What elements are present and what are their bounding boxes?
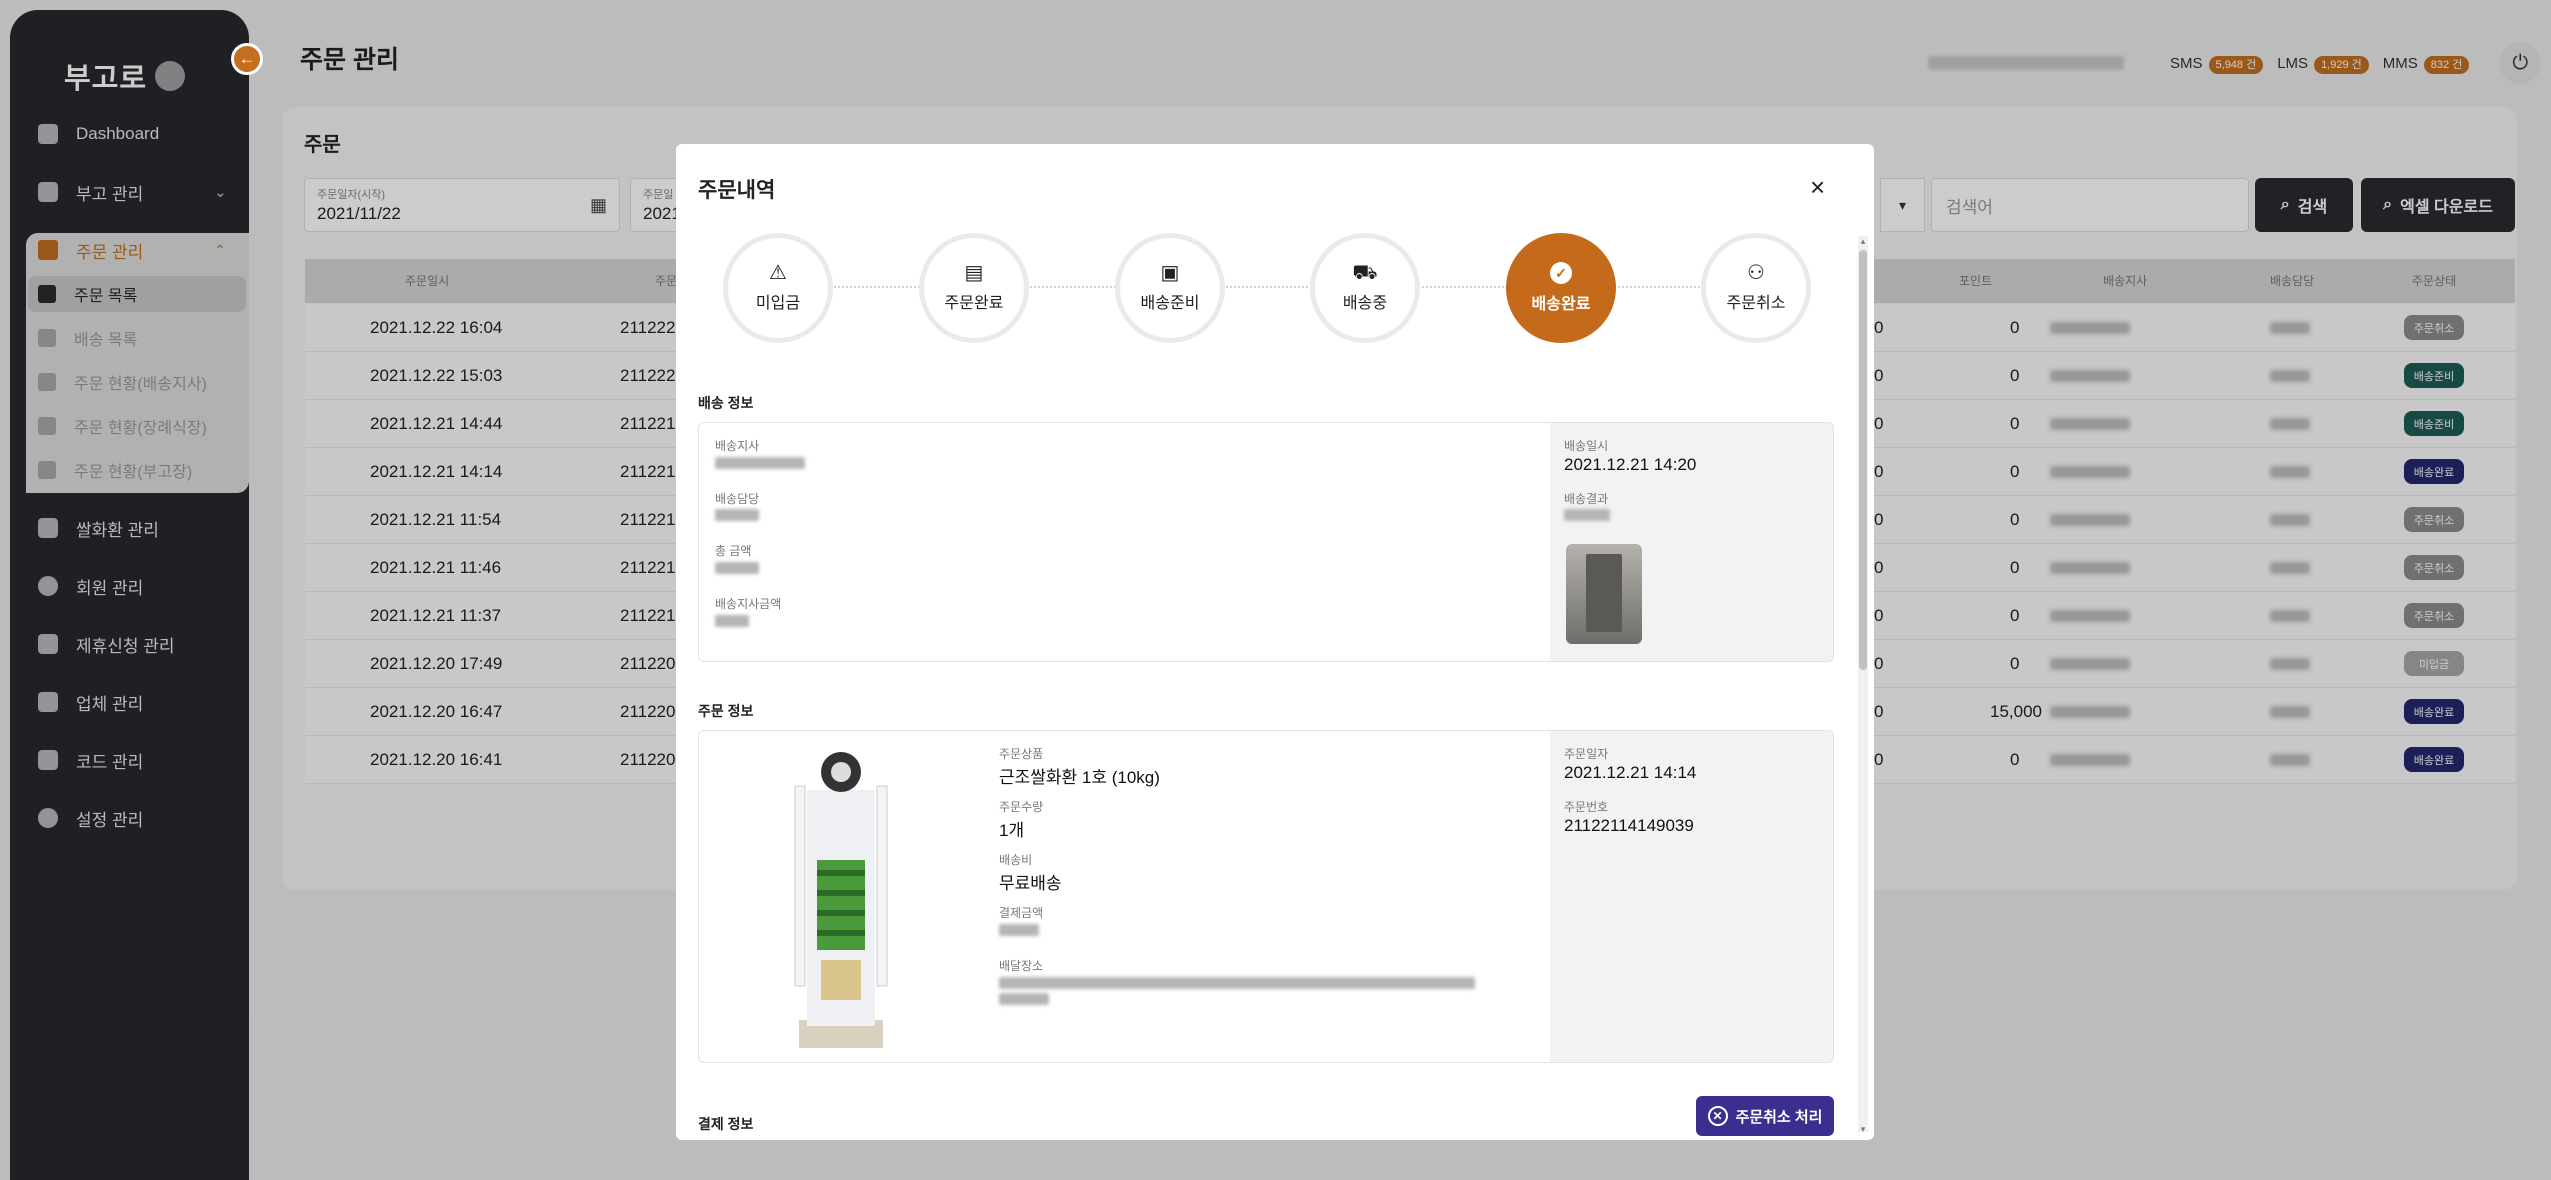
branch-value [715, 457, 805, 469]
scroll-down-icon[interactable]: ▾ [1858, 1124, 1868, 1135]
check-circle-icon: ✓ [1550, 262, 1572, 284]
step-preparing: ▣ 배송준비 [1115, 233, 1225, 343]
product-value: 근조쌀화환 1호 (10kg) [999, 768, 1160, 787]
cancel-order-label: 주문취소 처리 [1735, 1108, 1823, 1126]
total-value [715, 562, 759, 574]
modal-scrollbar[interactable] [1858, 236, 1868, 1132]
truck-icon: ⛟ [1352, 262, 1378, 284]
payment-section-title: 결제 정보 [698, 1116, 754, 1132]
scroll-up-icon[interactable]: ▴ [1858, 236, 1868, 247]
step-label: 미입금 [755, 295, 801, 312]
scrollbar-thumb[interactable] [1859, 250, 1867, 670]
order-date-label: 주문일자 [1564, 747, 1609, 761]
step-delivered: ✓ 배송완료 [1506, 233, 1616, 343]
order-section-title: 주문 정보 [698, 703, 754, 719]
modal-title: 주문내역 [698, 179, 776, 202]
delivery-place-value [999, 977, 1475, 989]
door-image [1586, 554, 1622, 632]
close-circle-icon: ✕ [1707, 1106, 1728, 1126]
manager-value [715, 509, 759, 521]
payment-amount-label: 결제금액 [999, 906, 1044, 920]
step-order-complete: ▤ 주문완료 [919, 233, 1029, 343]
document-check-icon: ▤ [964, 262, 984, 284]
step-unpaid: ⚠ 미입금 [723, 233, 833, 343]
rice-wreath-image [794, 752, 888, 1048]
order-number-label: 주문번호 [1564, 800, 1609, 814]
cancel-order-button[interactable]: ✕ 주문취소 처리 [1696, 1096, 1834, 1136]
order-date-value: 2021.12.21 14:14 [1564, 763, 1697, 782]
delivery-date-value: 2021.12.21 14:20 [1564, 455, 1697, 474]
order-detail-modal: 주문내역 × ⚠ 미입금 ▤ 주문완료 ▣ 배송준비 ⛟ 배송중 ✓ 배송완료 ⚇ 주문취소… [676, 144, 1874, 1140]
step-label: 주문취소 [1726, 295, 1786, 312]
delivery-info-box: 배송지사 배송담당 총 금액 배송지사금액 배송일시 2021.12.21 14… [698, 422, 1834, 662]
quantity-label: 주문수량 [999, 800, 1044, 814]
manager-label: 배송담당 [715, 492, 760, 506]
delivery-section-title: 배송 정보 [698, 395, 754, 411]
total-label: 총 금액 [715, 544, 752, 558]
branch-label: 배송지사 [715, 439, 760, 453]
close-icon[interactable]: × [1810, 174, 1825, 200]
delivery-result-label: 배송결과 [1564, 492, 1609, 506]
delivery-place-value-2 [999, 993, 1049, 1005]
step-label: 배송준비 [1140, 295, 1200, 312]
gift-icon: ▣ [1160, 262, 1180, 284]
branch-amount-label: 배송지사금액 [715, 597, 782, 611]
product-label: 주문상품 [999, 747, 1044, 761]
step-cancelled: ⚇ 주문취소 [1701, 233, 1811, 343]
step-label: 배송완료 [1531, 296, 1591, 313]
delivery-result-value [1564, 509, 1610, 521]
order-number-value: 21122114149039 [1564, 816, 1694, 835]
step-label: 배송중 [1342, 295, 1388, 312]
delivery-photo[interactable] [1566, 544, 1642, 644]
arrow-left-icon: ← [238, 49, 256, 68]
step-label: 주문완료 [944, 295, 1004, 312]
delivery-place-label: 배달장소 [999, 959, 1044, 973]
warning-icon: ⚠ [769, 262, 787, 284]
branch-amount-value [715, 615, 749, 627]
shipping-fee-label: 배송비 [999, 853, 1033, 867]
sidebar-collapse-button[interactable]: ← [231, 43, 263, 75]
quantity-value: 1개 [999, 821, 1025, 840]
user-x-icon: ⚇ [1747, 262, 1765, 284]
payment-amount-value [999, 924, 1039, 936]
order-info-right: 주문일자 2021.12.21 14:14 주문번호 2112211414903… [1550, 731, 1833, 1062]
order-info-box: 주문상품 근조쌀화환 1호 (10kg) 주문수량 1개 배송비 무료배송 결제… [698, 730, 1834, 1063]
delivery-date-label: 배송일시 [1564, 439, 1609, 453]
step-shipping: ⛟ 배송중 [1310, 233, 1420, 343]
shipping-fee-value: 무료배송 [999, 874, 1062, 893]
